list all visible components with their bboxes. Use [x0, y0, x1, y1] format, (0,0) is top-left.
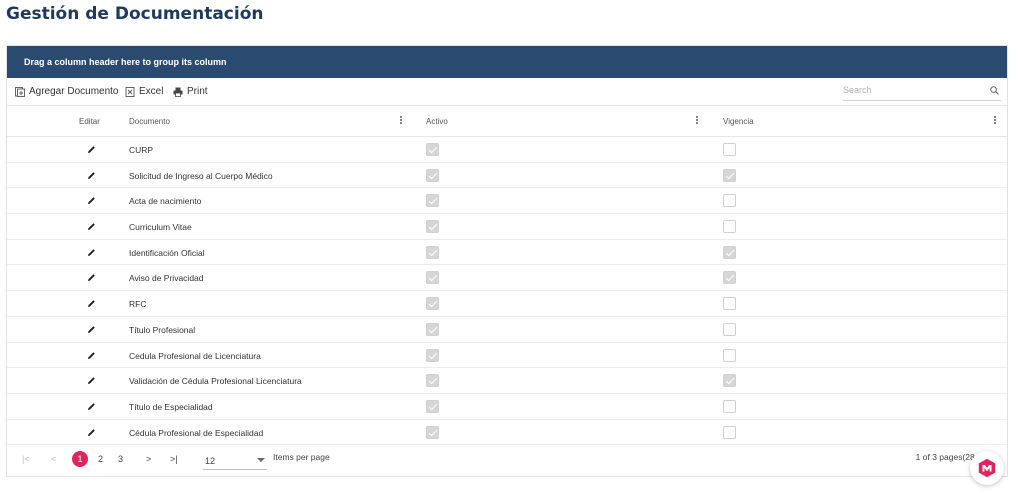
document-name: Solicitud de Ingreso al Cuerpo Médico: [129, 170, 273, 181]
print-icon: [173, 87, 183, 97]
vigencia-checkbox[interactable]: [723, 297, 736, 311]
pager-info: 1 of 3 pages(28 i: [915, 452, 979, 462]
chevron-down-icon: [257, 458, 265, 462]
table-row[interactable]: Curriculum Vitae: [7, 214, 1007, 240]
pencil-icon[interactable]: [87, 376, 96, 385]
vigencia-checkbox[interactable]: [723, 194, 736, 208]
table-row[interactable]: Validación de Cédula Profesional Licenci…: [7, 368, 1007, 394]
vigencia-checkbox[interactable]: [723, 271, 736, 285]
activo-checkbox[interactable]: [426, 245, 439, 259]
print-label: Print: [187, 86, 208, 97]
table-row[interactable]: Acta de nacimiento: [7, 188, 1007, 215]
document-name: Cédula Profesional de Especialidad: [129, 427, 264, 438]
activo-checkbox[interactable]: [426, 143, 439, 156]
column-menu-documento-icon[interactable]: [400, 116, 403, 126]
add-document-label: Agregar Documento: [29, 86, 119, 97]
table-row[interactable]: CURP: [7, 137, 1007, 163]
table-row[interactable]: Identificación Oficial: [7, 240, 1007, 266]
activo-checkbox[interactable]: [426, 322, 439, 336]
pencil-icon[interactable]: [87, 248, 96, 257]
table-row[interactable]: RFC: [7, 291, 1007, 317]
column-header-activo[interactable]: Activo: [426, 117, 448, 126]
excel-export-button[interactable]: Excel: [125, 86, 163, 97]
pager-prev-button[interactable]: <: [51, 454, 56, 464]
page-title: Gestión de Documentación: [6, 4, 264, 24]
pager: |< < 1 2 3 > >| 12 Items per page 1 of 3…: [7, 442, 1007, 476]
vigencia-checkbox[interactable]: [723, 322, 736, 336]
logo-badge-icon: [978, 458, 996, 478]
excel-icon: [125, 86, 135, 97]
search-input[interactable]: [843, 81, 983, 99]
vigencia-checkbox[interactable]: [723, 374, 736, 388]
activo-checkbox[interactable]: [426, 220, 439, 234]
column-menu-activo-icon[interactable]: [696, 116, 699, 126]
table-row[interactable]: Solicitud de Ingreso al Cuerpo Médico: [7, 163, 1007, 189]
pager-page-1[interactable]: 1: [72, 451, 88, 467]
pencil-icon[interactable]: [87, 273, 96, 282]
document-name: Aviso de Privacidad: [129, 273, 204, 284]
document-name: Acta de nacimiento: [129, 196, 202, 207]
pager-page-3[interactable]: 3: [118, 454, 123, 464]
document-name: Cedula Profesional de Licenciatura: [129, 350, 261, 361]
activo-checkbox[interactable]: [426, 194, 439, 208]
document-name: Curriculum Vitae: [129, 222, 192, 233]
pager-last-button[interactable]: >|: [170, 454, 178, 464]
group-panel[interactable]: Drag a column header here to group its c…: [7, 46, 1007, 78]
document-name: Identificación Oficial: [129, 247, 205, 258]
pencil-icon[interactable]: [87, 145, 96, 154]
excel-label: Excel: [139, 86, 164, 97]
pencil-icon[interactable]: [87, 351, 96, 360]
activo-checkbox[interactable]: [426, 271, 439, 285]
activo-checkbox[interactable]: [426, 297, 439, 311]
column-header-documento[interactable]: Documento: [129, 117, 170, 126]
pencil-icon[interactable]: [87, 428, 96, 437]
vigencia-checkbox[interactable]: [723, 143, 736, 156]
page-size-value: 12: [205, 456, 216, 466]
table-row[interactable]: Aviso de Privacidad: [7, 265, 1007, 292]
pencil-icon[interactable]: [87, 402, 96, 411]
table-row[interactable]: Título Profesional: [7, 317, 1007, 343]
activo-checkbox[interactable]: [426, 348, 439, 362]
search-box: [843, 81, 1001, 101]
grid-toolbar: Agregar Documento Excel Print: [7, 78, 1007, 106]
column-header-vigencia[interactable]: Vigencia: [723, 117, 754, 126]
activo-checkbox[interactable]: [426, 168, 439, 182]
add-document-button[interactable]: Agregar Documento: [15, 86, 119, 97]
pencil-icon[interactable]: [87, 325, 96, 334]
pager-page-2[interactable]: 2: [98, 454, 103, 464]
documents-grid: Drag a column header here to group its c…: [6, 45, 1008, 477]
pencil-icon[interactable]: [87, 299, 96, 308]
vigencia-checkbox[interactable]: [723, 348, 736, 362]
print-button[interactable]: Print: [173, 86, 208, 97]
vigencia-checkbox[interactable]: [723, 168, 736, 182]
document-name: Título de Especialidad: [129, 401, 213, 412]
items-per-page-label: Items per page: [273, 452, 330, 462]
table-row[interactable]: Cedula Profesional de Licenciatura: [7, 343, 1007, 369]
page-size-select[interactable]: 12: [203, 452, 267, 470]
column-menu-vigencia-icon[interactable]: [994, 116, 997, 126]
table-row[interactable]: Título de Especialidad: [7, 394, 1007, 420]
search-icon[interactable]: [990, 86, 999, 95]
document-name: RFC: [129, 299, 147, 310]
column-header-editar[interactable]: Editar: [79, 117, 100, 126]
vigencia-checkbox[interactable]: [723, 425, 736, 439]
pager-next-button[interactable]: >: [146, 454, 151, 464]
grid-header: Editar Documento Activo Vigencia: [7, 106, 1007, 137]
pencil-icon[interactable]: [87, 222, 96, 231]
document-name: Título Profesional: [129, 324, 196, 335]
vigencia-checkbox[interactable]: [723, 245, 736, 259]
add-document-icon: [15, 86, 25, 97]
pager-first-button[interactable]: |<: [22, 454, 30, 464]
activo-checkbox[interactable]: [426, 399, 439, 413]
grid-body: CURP Solicitud de Ingreso al Cuerpo Médic…: [7, 137, 1007, 446]
vigencia-checkbox[interactable]: [723, 220, 736, 234]
activo-checkbox[interactable]: [426, 374, 439, 388]
pencil-icon[interactable]: [87, 171, 96, 180]
document-name: CURP: [129, 145, 154, 155]
vigencia-checkbox[interactable]: [723, 399, 736, 413]
activo-checkbox[interactable]: [426, 425, 439, 439]
document-name: Validación de Cédula Profesional Licenci…: [129, 376, 302, 387]
chat-widget-button[interactable]: [970, 451, 1004, 485]
pencil-icon[interactable]: [87, 196, 96, 205]
